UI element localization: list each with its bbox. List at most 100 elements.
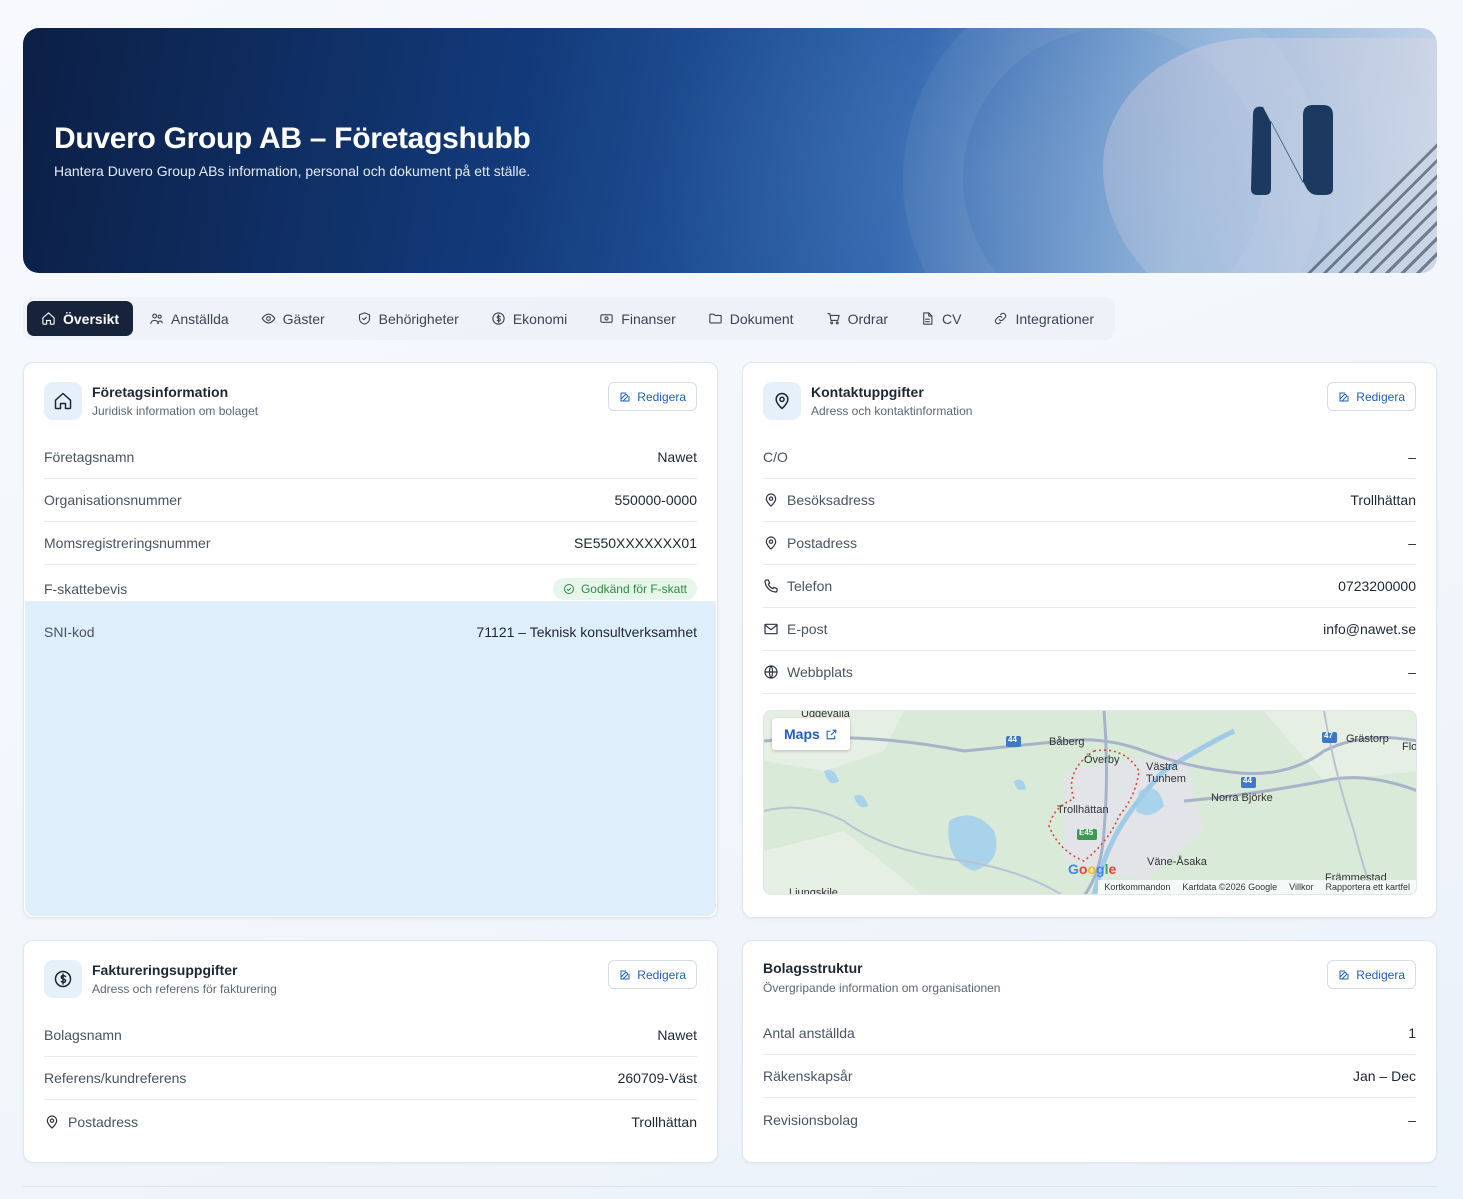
tab-gaster[interactable]: Gäster: [245, 301, 341, 336]
row-value: Nawet: [657, 449, 697, 465]
row-label-wrap: Webbplats: [763, 664, 853, 680]
map-embed[interactable]: 44 44 47 E45 Uddevalla Båberg Överby Väs…: [763, 710, 1417, 895]
row-label: E-post: [787, 621, 828, 637]
tab-label: Anställda: [171, 310, 229, 327]
tab-behorigheter[interactable]: Behörigheter: [341, 301, 475, 336]
file-icon: [923, 312, 933, 325]
row-label: Organisationsnummer: [44, 492, 182, 508]
banknote-icon: [600, 314, 613, 323]
info-row: Antal anställda 1: [763, 1012, 1416, 1055]
row-label-wrap: Besöksadress: [763, 492, 875, 508]
info-row: E-post info@nawet.se: [763, 608, 1416, 651]
edit-icon: [1339, 392, 1349, 401]
map-road-label: 44: [1008, 735, 1017, 744]
row-value: Nawet: [657, 1027, 697, 1043]
globe-icon: [764, 665, 778, 679]
edit-button[interactable]: Redigera: [1327, 960, 1416, 989]
link-icon: [995, 312, 1007, 325]
info-row: Momsregistreringsnummer SE550XXXXXXX01: [44, 522, 697, 565]
row-label: F-skattebevis: [44, 581, 128, 597]
home-icon: [54, 392, 72, 410]
cart-icon: [826, 312, 840, 325]
shield-icon: [358, 312, 370, 325]
map-place-label: Flo: [1402, 741, 1417, 753]
tab-ekonomi[interactable]: Ekonomi: [475, 301, 583, 336]
google-logo: Google: [1068, 861, 1117, 877]
tab-integrationer[interactable]: Integrationer: [977, 301, 1110, 336]
info-row: Referens/kundreferens 260709-Väst: [44, 1057, 697, 1100]
card-subtitle: Adress och kontaktinformation: [811, 404, 973, 418]
row-value: SE550XXXXXXX01: [574, 535, 697, 551]
map-place-label: Trollhättan: [1057, 804, 1109, 816]
card-subtitle: Adress och referens för fakturering: [92, 982, 277, 996]
info-row: Telefon 0723200000: [763, 565, 1416, 608]
billing-info-card: Faktureringsuppgifter Adress och referen…: [23, 940, 718, 1163]
mail-icon: [764, 623, 778, 635]
info-row: C/O –: [763, 436, 1416, 479]
row-value: Trollhättan: [1350, 492, 1416, 508]
tab-finanser[interactable]: Finanser: [583, 301, 691, 336]
map-place-label: Norra Björke: [1211, 792, 1273, 804]
card-subtitle: Juridisk information om bolaget: [92, 404, 259, 418]
row-label: Telefon: [787, 578, 833, 594]
map-terms-link[interactable]: Villkor: [1289, 882, 1313, 892]
row-value: –: [1408, 664, 1416, 680]
tab-label: Integrationer: [1015, 310, 1095, 327]
info-row: Räkenskapsår Jan – Dec: [763, 1055, 1416, 1098]
tab-dokument[interactable]: Dokument: [692, 301, 810, 336]
phone-icon: [764, 579, 778, 593]
pin-icon: [765, 536, 777, 550]
row-label: Antal anställda: [763, 1025, 855, 1041]
page-subtitle: Hantera Duvero Group ABs information, pe…: [54, 163, 531, 179]
folder-icon: [709, 313, 722, 324]
edit-button[interactable]: Redigera: [1327, 382, 1416, 411]
row-value: 0723200000: [1338, 578, 1416, 594]
tab-oversikt[interactable]: Översikt: [27, 301, 134, 336]
row-value: 1: [1408, 1025, 1416, 1041]
info-row: Företagsnamn Nawet: [44, 436, 697, 479]
row-label-wrap: Telefon: [763, 578, 832, 594]
map-place-label: Överby: [1084, 754, 1120, 766]
map-road-label: 47: [1324, 731, 1333, 740]
open-maps-button[interactable]: Maps: [772, 718, 850, 750]
card-icon-box: [44, 960, 82, 998]
card-title: Faktureringsuppgifter: [92, 962, 238, 978]
edit-button[interactable]: Redigera: [608, 382, 697, 411]
row-label: SNI-kod: [44, 624, 95, 640]
row-label: C/O: [763, 449, 788, 465]
info-row: Revisionsbolag –: [763, 1098, 1416, 1141]
badge-label: Godkänd för F-skatt: [580, 582, 687, 596]
company-info-card: Företagsinformation Juridisk information…: [23, 362, 718, 918]
pin-icon: [46, 1114, 58, 1129]
row-label: Revisionsbolag: [763, 1111, 858, 1128]
tab-anstallda[interactable]: Anställda: [133, 301, 245, 336]
external-link-icon: [826, 729, 837, 739]
row-value: –: [1408, 535, 1416, 551]
tab-label: Gäster: [282, 310, 325, 327]
map-data-text: Kartdata ©2026 Google: [1182, 882, 1278, 892]
edit-label: Redigera: [1356, 389, 1405, 404]
card-title: Företagsinformation: [92, 384, 229, 400]
row-label: Postadress: [68, 1113, 139, 1130]
row-label: Besöksadress: [787, 492, 875, 508]
tab-label: CV: [942, 310, 962, 327]
map-shortcuts-link[interactable]: Kortkommandon: [1104, 882, 1170, 892]
info-row: Bolagsnamn Nawet: [44, 1014, 697, 1057]
row-label: Webbplats: [787, 664, 853, 680]
home-icon: [42, 312, 55, 325]
info-row: F-skattebevis Godkänd för F-skatt: [44, 565, 697, 613]
row-value: –: [1408, 1111, 1416, 1128]
info-row: Organisationsnummer 550000-0000: [44, 479, 697, 522]
tab-label: Översikt: [63, 310, 120, 327]
map-report-link[interactable]: Rapportera ett kartfel: [1325, 882, 1410, 892]
info-row: Besöksadress Trollhättan: [763, 479, 1416, 522]
edit-button[interactable]: Redigera: [608, 960, 697, 989]
card-icon-box: [763, 382, 801, 420]
tab-cv[interactable]: CV: [904, 301, 977, 336]
tab-label: Behörigheter: [378, 310, 459, 327]
pin-icon: [765, 493, 777, 507]
info-row: Webbplats –: [763, 651, 1416, 694]
edit-label: Redigera: [637, 389, 686, 404]
tab-label: Ekonomi: [512, 310, 568, 327]
tab-ordrar[interactable]: Ordrar: [810, 301, 904, 336]
